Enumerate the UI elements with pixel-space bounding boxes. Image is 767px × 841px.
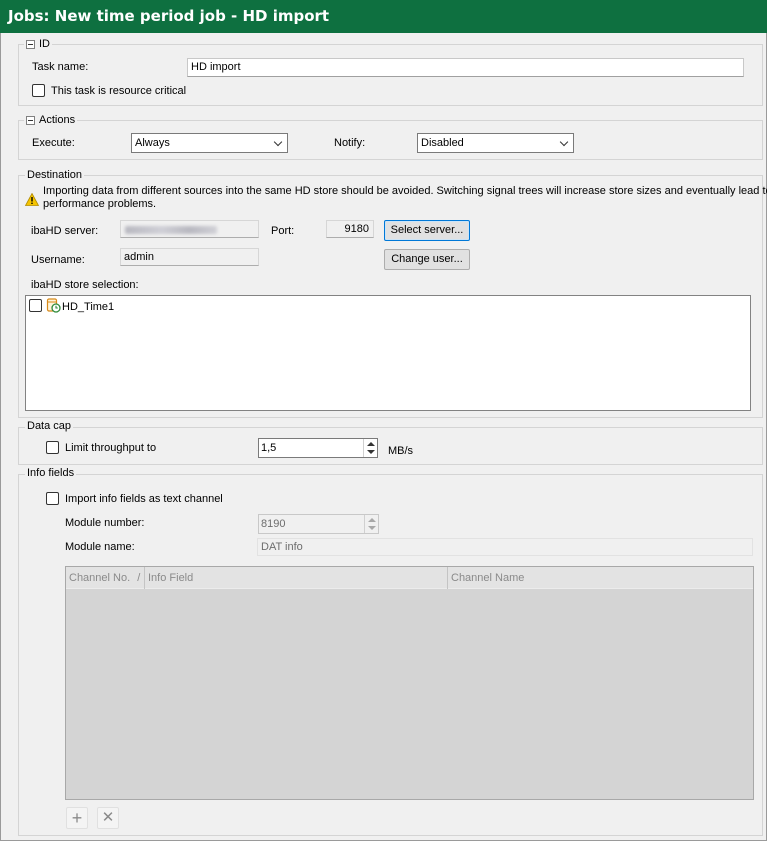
limit-throughput-label: Limit throughput to — [65, 442, 157, 454]
spin-buttons — [364, 515, 378, 533]
actions-legend[interactable]: Actions — [24, 114, 78, 127]
limit-throughput-input[interactable]: 1,5 — [258, 438, 378, 458]
port-label: Port: — [271, 225, 295, 237]
spin-down-icon — [368, 526, 376, 530]
server-field — [120, 220, 259, 238]
import-info-fields-label: Import info fields as text channel — [65, 493, 223, 505]
warning-text-line-1: Importing data from different sources in… — [43, 185, 767, 197]
execute-label: Execute: — [32, 137, 75, 149]
resource-critical-label: This task is resource critical — [51, 85, 187, 97]
execute-value: Always — [135, 137, 170, 149]
info-fields-legend: Info fields — [25, 467, 77, 480]
resource-critical-checkbox[interactable] — [32, 84, 45, 97]
chevron-down-icon — [559, 137, 569, 147]
change-user-button[interactable]: Change user... — [384, 249, 470, 270]
notify-dropdown[interactable]: Disabled — [417, 133, 574, 153]
store-list[interactable]: HD_Time1 — [25, 295, 751, 411]
id-legend-label: ID — [39, 38, 50, 50]
module-name-label: Module name: — [65, 541, 135, 553]
window-title: Jobs: New time period job - HD import — [0, 0, 767, 33]
actions-legend-label: Actions — [39, 114, 76, 126]
store-item-label[interactable]: HD_Time1 — [62, 300, 114, 314]
close-icon[interactable]: ✕ — [97, 807, 119, 829]
notify-value: Disabled — [421, 137, 464, 149]
select-server-button[interactable]: Select server... — [384, 220, 470, 241]
task-name-input[interactable]: HD import — [187, 58, 744, 77]
execute-dropdown[interactable]: Always — [131, 133, 288, 153]
throughput-unit: MB/s — [388, 445, 414, 457]
spin-buttons[interactable] — [363, 439, 377, 457]
sort-indicator-icon: / — [137, 572, 141, 584]
module-number-value: 8190 — [261, 518, 286, 530]
hd-store-icon — [46, 298, 61, 313]
chevron-down-icon — [273, 137, 283, 147]
redacted-server-name — [125, 226, 217, 234]
username-label: Username: — [31, 254, 85, 266]
import-info-fields-checkbox[interactable] — [46, 492, 59, 505]
server-label: ibaHD server: — [31, 225, 99, 237]
notify-label: Notify: — [334, 137, 366, 149]
column-header-info-field[interactable]: Info Field — [145, 567, 448, 589]
info-fields-table: Channel No. / Info Field Channel Name — [65, 566, 754, 800]
spin-up-icon[interactable] — [367, 442, 375, 446]
actions-group — [18, 120, 763, 160]
username-field: admin — [120, 248, 259, 266]
column-header-channel-no[interactable]: Channel No. / — [66, 567, 145, 589]
spin-down-icon[interactable] — [367, 450, 375, 454]
table-header: Channel No. / Info Field Channel Name — [66, 567, 753, 589]
id-legend[interactable]: ID — [24, 38, 52, 51]
module-number-input: 8190 — [258, 514, 379, 534]
warning-triangle-icon — [25, 193, 39, 206]
column-header-label: Channel No. — [69, 572, 131, 584]
module-number-label: Module number: — [65, 517, 145, 529]
collapse-icon[interactable] — [26, 40, 35, 49]
task-name-label: Task name: — [32, 61, 89, 73]
warning-text-line-2: performance problems. — [43, 198, 157, 210]
store-selection-label: ibaHD store selection: — [31, 279, 139, 291]
limit-throughput-value: 1,5 — [261, 442, 277, 454]
store-checkbox[interactable] — [29, 299, 42, 312]
data-cap-legend: Data cap — [25, 420, 74, 433]
collapse-icon[interactable] — [26, 116, 35, 125]
port-field: 9180 — [326, 220, 374, 238]
destination-legend: Destination — [25, 169, 85, 182]
limit-throughput-checkbox[interactable] — [46, 441, 59, 454]
column-header-channel-name[interactable]: Channel Name — [448, 567, 753, 589]
spin-up-icon — [368, 518, 376, 522]
add-icon[interactable]: + — [66, 807, 88, 829]
module-name-field: DAT info — [257, 538, 753, 556]
